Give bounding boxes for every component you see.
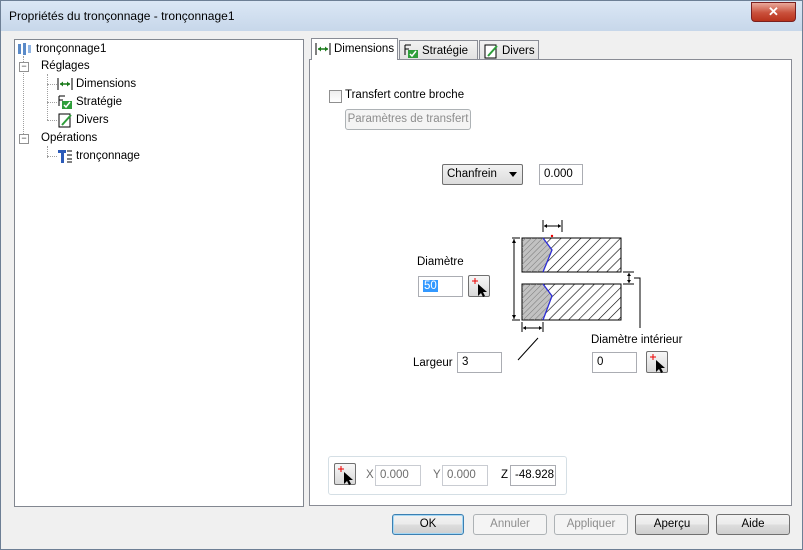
chamfer-type-select[interactable]: Chanfrein — [442, 164, 523, 185]
transfer-params-button[interactable]: Paramètres de transfert — [345, 109, 471, 130]
diametre-label: Diamètre — [417, 256, 464, 268]
close-icon: ✕ — [768, 4, 779, 19]
tree-item-label: tronçonnage1 — [36, 43, 107, 55]
help-button[interactable]: Aide — [716, 514, 790, 535]
cancel-button[interactable]: Annuler — [473, 514, 547, 535]
window-title: Propriétés du tronçonnage - tronçonnage1 — [9, 9, 235, 23]
pick-point-button[interactable] — [334, 463, 356, 485]
tree-item-operations[interactable]: Opérations — [41, 130, 97, 146]
misc-edit-icon — [484, 44, 498, 59]
z-coord-input[interactable]: -48.928 — [510, 465, 556, 486]
diametre-value: 50 — [423, 280, 438, 292]
largeur-label: Largeur — [413, 357, 453, 369]
tab-label: Dimensions — [334, 43, 395, 55]
tree-item-label: Stratégie — [76, 96, 123, 108]
pick-diam-int-button[interactable] — [646, 351, 668, 373]
largeur-input[interactable]: 3 — [457, 352, 502, 373]
preview-button[interactable]: Aperçu — [635, 514, 709, 535]
tree-item-label: tronçonnage — [76, 150, 140, 162]
tree-item-reglages[interactable]: Réglages — [41, 58, 90, 74]
tree-item-label: Opérations — [41, 132, 98, 144]
tree-connector — [47, 120, 57, 121]
y-coord-input[interactable]: 0.000 — [442, 465, 488, 486]
dialog-client: tronçonnage1 − Réglages Dimensions Strat… — [2, 31, 801, 548]
chamfer-select-value: Chanfrein — [447, 168, 497, 180]
dimensions-tab-panel: Transfert contre broche Paramètres de tr… — [309, 59, 792, 506]
tab-divers[interactable]: Divers — [479, 40, 539, 60]
y-label: Y — [433, 469, 441, 481]
collapse-operations-toggle[interactable]: − — [19, 134, 29, 144]
strategy-icon — [404, 44, 418, 58]
chamfer-value-input[interactable]: 0.000 — [539, 164, 583, 185]
apply-button[interactable]: Appliquer — [554, 514, 628, 535]
title-bar: Propriétés du tronçonnage - tronçonnage1… — [1, 1, 802, 31]
collapse-reglages-toggle[interactable]: − — [19, 62, 29, 72]
tab-label: Stratégie — [422, 45, 469, 57]
dimensions-icon — [315, 43, 331, 55]
chevron-down-icon — [509, 172, 517, 177]
tab-label: Divers — [502, 45, 535, 57]
tree-item-label: Dimensions — [76, 78, 137, 90]
coordinates-group: X 0.000 Y 0.000 Z -48.928 — [328, 456, 567, 495]
tree-connector — [47, 84, 57, 85]
pick-diametre-button[interactable] — [468, 275, 490, 297]
x-coord-input[interactable]: 0.000 — [375, 465, 421, 486]
z-label: Z — [501, 469, 509, 481]
tree-connector — [47, 74, 48, 120]
cursor-pick-icon — [650, 354, 665, 373]
tab-dimensions[interactable]: Dimensions — [311, 38, 398, 60]
parting-tool-icon — [58, 150, 72, 163]
diam-int-label: Diamètre intérieur — [591, 334, 683, 346]
close-button[interactable]: ✕ — [751, 2, 796, 22]
tree-item-label: Divers — [76, 114, 109, 126]
x-label: X — [366, 469, 374, 481]
settings-tree: tronçonnage1 − Réglages Dimensions Strat… — [14, 39, 304, 507]
misc-edit-icon — [58, 113, 72, 128]
strategy-icon — [58, 95, 72, 109]
tree-connector — [47, 156, 57, 157]
cursor-pick-icon — [338, 466, 353, 485]
ok-button[interactable]: OK — [392, 514, 464, 535]
tree-connector — [47, 102, 57, 103]
diam-int-input[interactable]: 0 — [592, 352, 637, 373]
tab-strategie[interactable]: Stratégie — [399, 40, 478, 60]
properties-dialog: Propriétés du tronçonnage - tronçonnage1… — [0, 0, 803, 550]
diametre-input[interactable]: 50 — [418, 276, 463, 297]
tree-item-label: Réglages — [41, 60, 90, 72]
part-icon — [18, 43, 31, 55]
cursor-pick-icon — [472, 278, 487, 297]
transfert-label: Transfert contre broche — [345, 89, 465, 101]
transfert-checkbox[interactable] — [329, 90, 342, 103]
dimensions-icon — [57, 78, 73, 90]
